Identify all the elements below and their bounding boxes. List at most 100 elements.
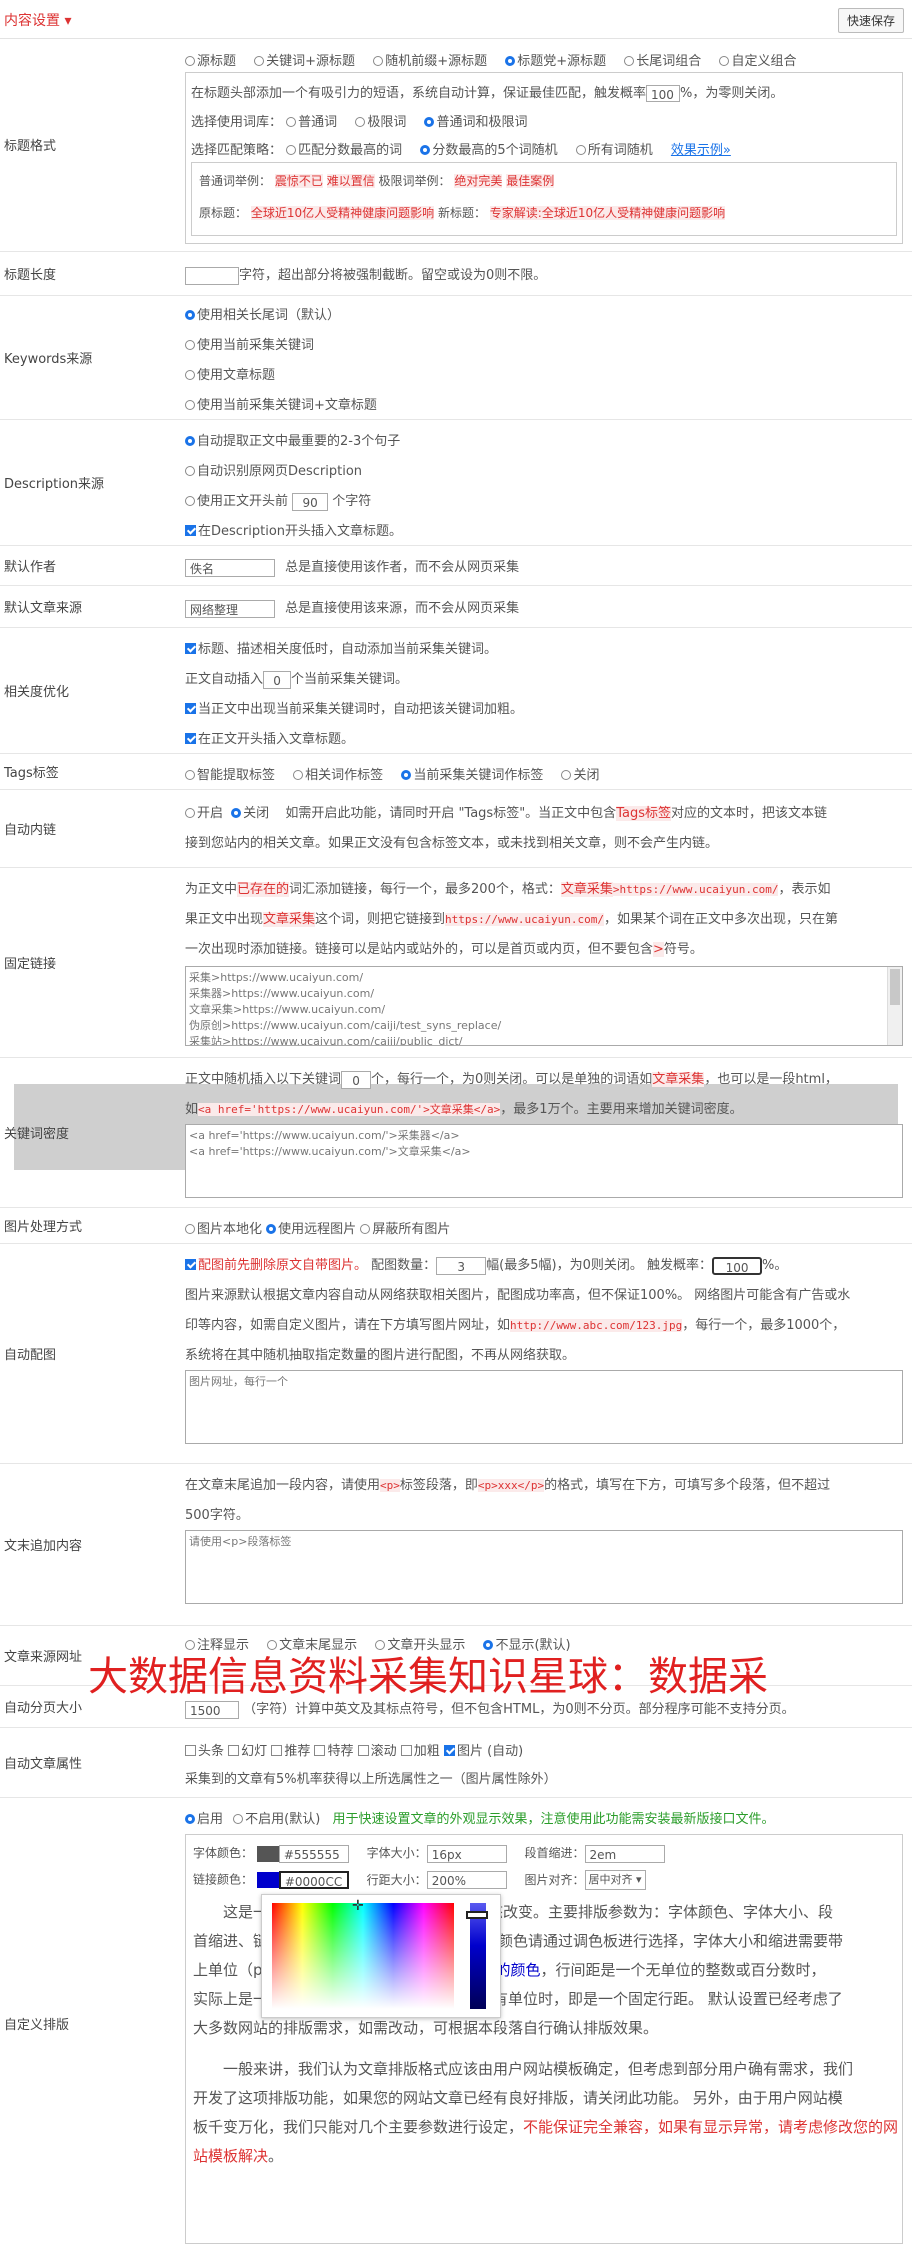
autolink-on[interactable]: 开启 xyxy=(185,806,223,821)
author-input[interactable]: 佚名 xyxy=(185,558,275,577)
fixed-link-label: 固定链接 xyxy=(4,957,57,972)
image-prob-input[interactable]: 100 xyxy=(712,1256,763,1275)
density-count-input[interactable]: 0 xyxy=(341,1070,372,1089)
link-color-input[interactable]: #0000CC xyxy=(278,1871,349,1889)
default-source-row: 默认文章来源 网络整理 总是直接使用该来源，而不会从网页采集 xyxy=(0,586,912,628)
typeset-off[interactable]: 不启用(默认) xyxy=(233,1812,320,1827)
density-textarea[interactable]: <a href='https://www.ucaiyun.com/'>采集器</… xyxy=(185,1124,903,1198)
paging-label: 自动分页大小 xyxy=(4,1701,83,1716)
source-input[interactable]: 网络整理 xyxy=(185,599,275,618)
desc-opt-first-chars[interactable]: 使用正文开头前 90 个字符 xyxy=(185,490,371,511)
image-count-input[interactable]: 3 xyxy=(436,1256,487,1275)
rel-bold-keyword[interactable]: 当正文中出现当前采集关键词时，自动把该关键词加粗。 xyxy=(185,698,523,717)
typeset-on[interactable]: 启用 xyxy=(185,1812,223,1827)
strategy-random[interactable]: 所有词随机 xyxy=(575,143,653,158)
mode-custom[interactable]: 自定义组合 xyxy=(719,54,796,69)
tags-opt-related[interactable]: 相关词作标签 xyxy=(293,768,383,783)
kw-opt-current[interactable]: 使用当前采集关键词 xyxy=(185,334,314,353)
rel-insert-title[interactable]: 在正文开头插入文章标题。 xyxy=(185,728,354,747)
mode-prefix-source[interactable]: 随机前缀+源标题 xyxy=(373,54,487,69)
tags-opt-off[interactable]: 关闭 xyxy=(561,768,599,783)
tags-opt-current[interactable]: 当前采集关键词作标签 xyxy=(401,768,543,783)
font-color-input[interactable]: #555555 xyxy=(278,1844,349,1863)
lexicon-label: 选择使用词库： xyxy=(191,115,283,130)
example-normal-1: 震惊不已 xyxy=(274,174,323,188)
fixed-link-textarea[interactable]: 采集>https://www.ucaiyun.com/ 采集器>https://… xyxy=(185,966,903,1046)
kw-opt-title[interactable]: 使用文章标题 xyxy=(185,364,275,383)
description-source-row: Description来源 自动提取正文中最重要的2-3个句子 自动识别原网页D… xyxy=(0,420,912,546)
lexicon-extreme[interactable]: 极限词 xyxy=(355,115,406,130)
mode-keyword-source[interactable]: 关键词+源标题 xyxy=(254,54,355,69)
relevance-label: 相关度优化 xyxy=(4,685,70,700)
author-label: 默认作者 xyxy=(4,560,57,575)
font-size-input[interactable]: 16px xyxy=(426,1844,507,1863)
effect-example-link[interactable]: 效果示例» xyxy=(671,143,731,158)
paging-row: 自动分页大小 1500 （字符）计算中英文及其标点符号，但不包含HTML，为0则… xyxy=(0,1686,912,1728)
mode-longtail[interactable]: 长尾词组合 xyxy=(624,54,701,69)
description-label: Description来源 xyxy=(4,477,105,492)
img-opt-remote[interactable]: 使用远程图片 xyxy=(266,1222,356,1237)
title-length-input[interactable] xyxy=(185,266,239,285)
attr-bold[interactable]: 加粗 xyxy=(400,1744,440,1759)
line-height-input[interactable]: 200% xyxy=(426,1871,507,1889)
mode-source[interactable]: 源标题 xyxy=(185,54,236,69)
custom-typeset-row: 自定义排版 启用 不启用(默认) 用于快速设置文章的外观显示效果，注意使用此功能… xyxy=(0,1798,912,2249)
append-content-row: 文末追加内容 在文章末尾追加一段内容，请使用<p>标签段落，即<p>xxx</p… xyxy=(0,1464,912,1626)
append-textarea[interactable]: 请使用<p>段落标签 xyxy=(185,1530,903,1604)
clickbait-intro: 在标题头部添加一个有吸引力的短语，系统自动计算，保证最佳匹配，触发概率 xyxy=(191,86,647,101)
header-bar: 内容设置 ▾ 快速保存 xyxy=(0,0,912,39)
img-opt-local[interactable]: 图片本地化 xyxy=(185,1222,262,1237)
desc-insert-title[interactable]: 在Description开头插入文章标题。 xyxy=(185,520,402,539)
link-color-swatch[interactable] xyxy=(256,1872,279,1888)
lexicon-normal[interactable]: 普通词 xyxy=(286,115,337,130)
clickbait-prob-input[interactable]: 100 xyxy=(646,85,681,102)
strategy-top[interactable]: 匹配分数最高的词 xyxy=(286,143,402,158)
autolink-desc: 接到您站内的相关文章。如果正文没有包含标签文本，或未找到相关文章，则不会产生内链… xyxy=(185,836,719,851)
keywords-label: Keywords来源 xyxy=(4,352,93,367)
attr-special[interactable]: 特荐 xyxy=(314,1744,353,1759)
font-color-swatch[interactable] xyxy=(256,1845,279,1862)
desc-chars-input[interactable]: 90 xyxy=(292,492,329,511)
attr-image[interactable]: 图片 (自动) xyxy=(443,1744,523,1759)
strategy-top5[interactable]: 分数最高的5个词随机 xyxy=(420,143,558,158)
desc-opt-extract[interactable]: 自动提取正文中最重要的2-3个句子 xyxy=(185,430,400,449)
typeset-note: 用于快速设置文章的外观显示效果，注意使用此功能需安装最新版接口文件。 xyxy=(332,1812,775,1827)
article-attrs-row: 自动文章属性 头条 幻灯 推荐 特荐 滚动 加粗 图片 (自动) 采集到的文章有… xyxy=(0,1728,912,1798)
title-format-row: 标题格式 源标题 关键词+源标题 随机前缀+源标题 标题党+源标题 长尾词组合 … xyxy=(0,38,912,252)
auto-image-label: 自动配图 xyxy=(4,1348,57,1363)
kw-opt-current-title[interactable]: 使用当前采集关键词+文章标题 xyxy=(185,394,377,413)
image-mode-row: 图片处理方式 图片本地化 使用远程图片 屏蔽所有图片 xyxy=(0,1208,912,1244)
desc-opt-original[interactable]: 自动识别原网页Description xyxy=(185,460,362,479)
tags-opt-smart[interactable]: 智能提取标签 xyxy=(185,768,275,783)
rel-insert-count-input[interactable]: 0 xyxy=(263,670,292,689)
lexicon-both[interactable]: 普通词和极限词 xyxy=(424,115,527,130)
autolink-off[interactable]: 关闭 xyxy=(231,806,269,821)
fixed-link-scrollbar[interactable] xyxy=(887,967,902,1045)
attrs-note: 采集到的文章有5%机率获得以上所选属性之一（图片属性除外） xyxy=(185,1772,557,1787)
img-opt-block[interactable]: 屏蔽所有图片 xyxy=(360,1222,450,1237)
image-align-select[interactable]: 居中对齐 ▾ xyxy=(584,1870,646,1890)
indent-input[interactable]: 2em xyxy=(584,1844,665,1863)
attr-headline[interactable]: 头条 xyxy=(185,1744,224,1759)
attr-recommend[interactable]: 推荐 xyxy=(271,1744,310,1759)
attr-slide[interactable]: 幻灯 xyxy=(228,1744,267,1759)
attrs-label: 自动文章属性 xyxy=(4,1757,83,1772)
default-author-row: 默认作者 佚名 总是直接使用该作者，而不会从网页采集 xyxy=(0,546,912,586)
color-picker-popup[interactable]: ✛ xyxy=(261,1894,501,2018)
tags-row: Tags标签 智能提取标签 相关词作标签 当前采集关键词作标签 关闭 xyxy=(0,754,912,790)
mode-clickbait-source[interactable]: 标题党+源标题 xyxy=(505,54,606,69)
relevance-row: 相关度优化 标题、描述相关度低时，自动添加当前采集关键词。 正文自动插入 0 个当前… xyxy=(0,628,912,754)
color-spectrum[interactable] xyxy=(272,1903,454,2009)
kw-opt-longtail[interactable]: 使用相关长尾词（默认） xyxy=(185,304,340,323)
crosshair-icon: ✛ xyxy=(352,1898,364,1914)
image-url-textarea[interactable]: 图片网址，每行一个 xyxy=(185,1370,903,1444)
rel-add-keyword[interactable]: 标题、描述相关度低时，自动添加当前采集关键词。 xyxy=(185,638,497,657)
quick-save-button[interactable]: 快速保存 xyxy=(837,8,904,33)
paging-input[interactable]: 1500 xyxy=(185,1700,239,1719)
slider-handle-icon[interactable] xyxy=(466,1911,488,1919)
attr-scroll[interactable]: 滚动 xyxy=(357,1744,397,1759)
example-extreme-1: 绝对完美 xyxy=(454,174,503,188)
auto-image-delete[interactable]: 配图前先删除原文自带图片。 xyxy=(185,1258,367,1273)
section-title[interactable]: 内容设置 ▾ xyxy=(4,10,71,30)
keyword-density-row: 关键词密度 正文中随机插入以下关键词 0 个，每行一个，为0则关闭。可以是单独的词语… xyxy=(0,1058,912,1208)
